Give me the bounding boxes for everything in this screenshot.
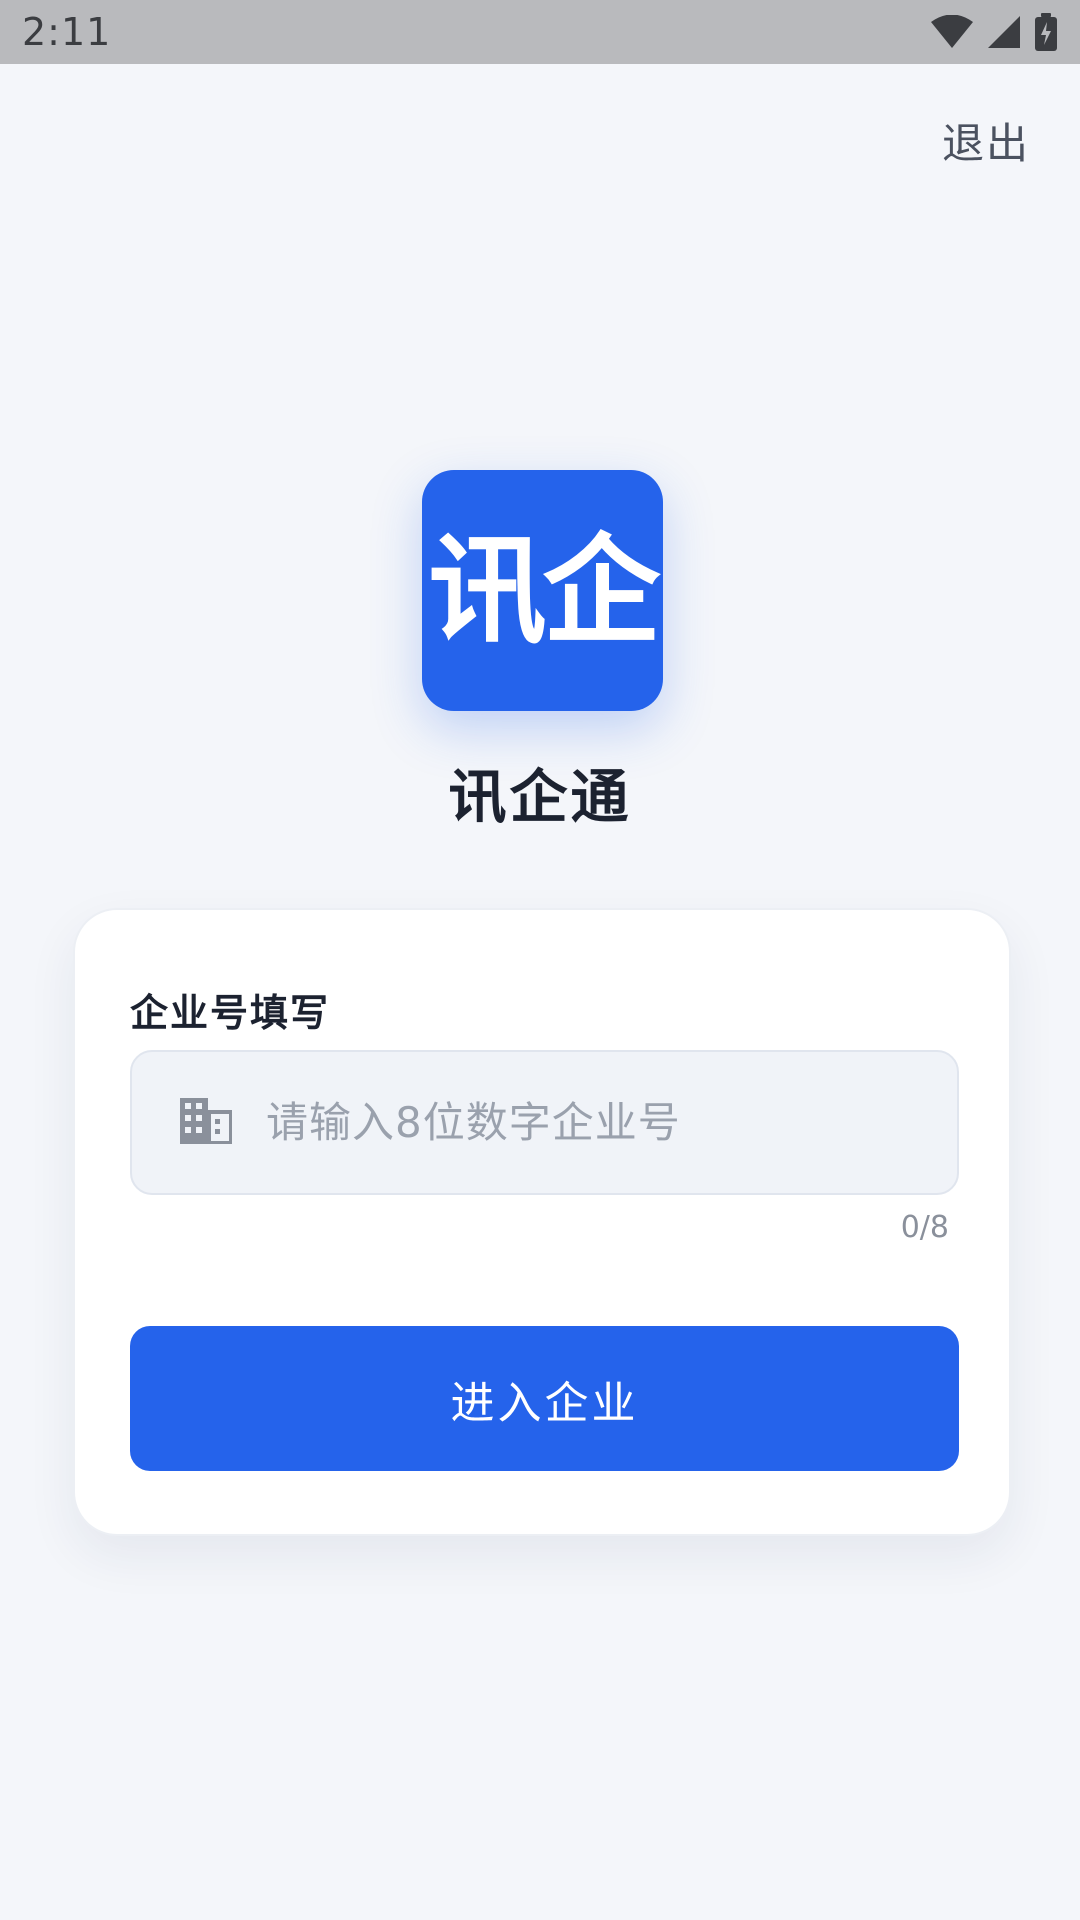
enterprise-id-label: 企业号填写 [130, 991, 331, 1035]
status-icons [930, 13, 1058, 51]
character-counter: 0/8 [900, 1210, 949, 1245]
status-bar: 2:11 [0, 0, 1080, 64]
enterprise-id-input-box[interactable] [130, 1050, 959, 1195]
app-name: 讯企通 [448, 763, 632, 831]
exit-button[interactable]: 退出 [942, 110, 1030, 171]
building-icon [180, 1097, 232, 1148]
enterprise-form-card: 企业号填写 0/8 进入企业 [73, 908, 1011, 1536]
battery-charging-icon [1034, 13, 1058, 51]
app-logo: 讯企 [422, 470, 663, 711]
enterprise-id-input[interactable] [266, 1098, 886, 1147]
wifi-icon [930, 15, 974, 49]
status-time: 2:11 [22, 10, 112, 54]
enter-enterprise-button[interactable]: 进入企业 [130, 1326, 959, 1471]
cellular-signal-icon [986, 14, 1022, 50]
app-logo-text: 讯企 [428, 521, 660, 660]
